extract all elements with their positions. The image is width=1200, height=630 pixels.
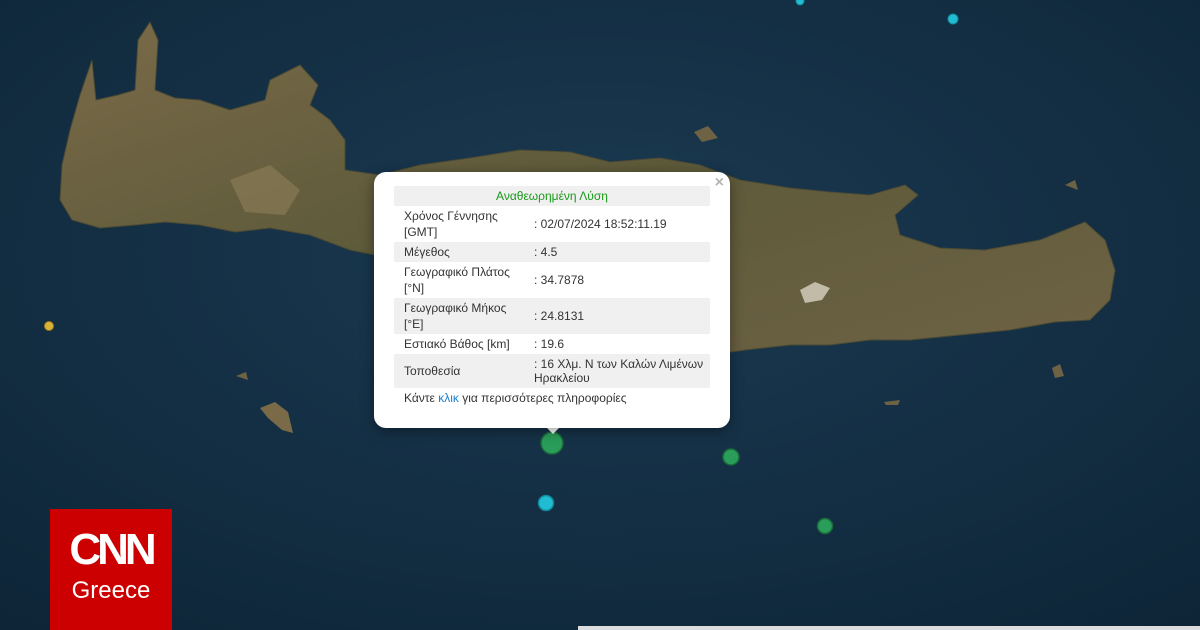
earthquake-info-popup: × Αναθεωρημένη Λύση Χρόνος Γέννησης [GMT…: [374, 172, 730, 428]
table-row: Μέγεθος : 4.5: [394, 242, 710, 262]
longitude-label: Γεωγραφικό Μήκος [°E]: [404, 301, 507, 331]
magnitude-label: Μέγεθος: [404, 245, 450, 259]
earthquake-marker[interactable]: [537, 494, 555, 512]
depth-label: Εστιακό Βάθος [km]: [404, 337, 510, 351]
location-label: Τοποθεσία: [404, 364, 461, 378]
close-icon[interactable]: ×: [715, 175, 724, 191]
table-row: Γεωγραφικό Μήκος [°E] : 24.8131: [394, 298, 710, 334]
table-row: Χρόνος Γέννησης [GMT] : 02/07/2024 18:52…: [394, 206, 710, 242]
earthquake-marker[interactable]: [795, 0, 805, 6]
table-row: Εστιακό Βάθος [km] : 19.6: [394, 334, 710, 354]
magnitude-value: : 4.5: [534, 245, 558, 259]
popup-title: Αναθεωρημένη Λύση: [394, 186, 710, 206]
more-info-suffix: για περισσότερες πληροφορίες: [458, 391, 627, 405]
earthquake-marker[interactable]: [816, 517, 834, 535]
origin-time-value: : 02/07/2024 18:52:11.19: [534, 217, 667, 231]
more-info-link[interactable]: κλικ: [438, 391, 459, 405]
more-info-text: Κάντε κλικ για περισσότερες πληροφορίες: [394, 388, 710, 405]
earthquake-details-table: Χρόνος Γέννησης [GMT] : 02/07/2024 18:52…: [394, 206, 710, 388]
more-info-prefix: Κάντε: [404, 391, 439, 405]
bottom-edge-bar: [578, 626, 1200, 630]
table-row: Τοποθεσία : 16 Χλμ. Ν των Καλών Λιμένων …: [394, 354, 710, 388]
depth-value: : 19.6: [534, 337, 565, 351]
cnn-greece-logo: CNN Greece: [50, 509, 172, 630]
earthquake-marker-selected[interactable]: [540, 431, 564, 455]
earthquake-marker[interactable]: [44, 321, 54, 331]
location-value: : 16 Χλμ. Ν των Καλών Λιμένων Ηρακλείου: [534, 357, 704, 385]
logo-brand: CNN: [69, 525, 156, 574]
latitude-value: : 34.7878: [534, 273, 585, 287]
earthquake-marker[interactable]: [722, 448, 740, 466]
latitude-label: Γεωγραφικό Πλάτος [°N]: [404, 265, 510, 295]
origin-time-label: Χρόνος Γέννησης [GMT]: [404, 209, 498, 239]
longitude-value: : 24.8131: [534, 309, 585, 323]
logo-region: Greece: [71, 577, 151, 604]
earthquake-marker[interactable]: [947, 13, 959, 25]
table-row: Γεωγραφικό Πλάτος [°N] : 34.7878: [394, 262, 710, 298]
